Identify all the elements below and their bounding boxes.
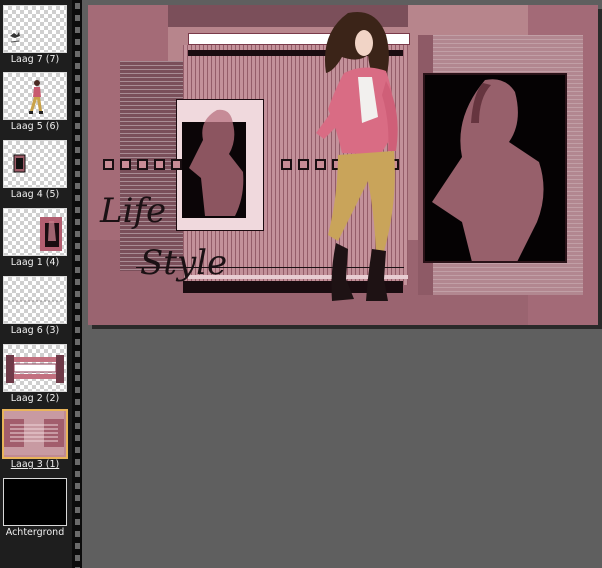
layer-item-laag3[interactable]: Laag 3 (1) (0, 408, 70, 474)
style-text: Style (140, 243, 228, 283)
layer-item-laag2[interactable]: Laag 2 (2) (0, 342, 70, 408)
layer-thumbnail (3, 478, 67, 526)
layer-thumbnail-image (6, 355, 64, 383)
layer-label: Laag 5 (6) (10, 121, 60, 132)
right-figure-image (432, 79, 544, 262)
layer-thumbnail (3, 344, 67, 392)
layer-item-laag1[interactable]: Laag 1 (4) (0, 206, 70, 272)
layer-thumbnail-image (13, 154, 26, 173)
layers-panel: Laag 7 (7) Laag 5 (6) Laag 4 (5) Laag 1 … (0, 0, 72, 568)
right-black-frame (423, 73, 567, 263)
layer-item-laag5[interactable]: Laag 5 (6) (0, 70, 70, 136)
life-text: Life (100, 191, 167, 231)
layer-item-achtergrond[interactable]: Achtergrond (0, 476, 70, 542)
layer-label: Laag 1 (4) (10, 257, 60, 268)
layer-thumbnail (3, 140, 67, 188)
layer-thumbnail-image (4, 411, 64, 455)
layer-thumbnail (3, 5, 67, 53)
layer-item-laag6[interactable]: Laag 6 (3) (0, 274, 70, 340)
image-canvas[interactable]: Life Style (88, 5, 598, 325)
layer-label: Laag 3 (1) (10, 459, 60, 470)
layer-label: Laag 7 (7) (10, 54, 60, 65)
layer-thumbnail (2, 409, 68, 459)
layer-thumbnail (3, 276, 67, 324)
layer-label: Laag 6 (3) (10, 325, 60, 336)
layer-label: Laag 2 (2) (10, 393, 60, 404)
fashion-figure (316, 11, 398, 301)
layer-thumbnail (3, 208, 67, 256)
layer-thumbnail (3, 72, 67, 120)
layer-item-laag7[interactable]: Laag 7 (7) (0, 3, 70, 69)
layer-thumbnail-image (40, 217, 62, 251)
film-strip-divider (72, 0, 82, 568)
layer-item-laag4[interactable]: Laag 4 (5) (0, 138, 70, 204)
layer-label: Laag 4 (5) (10, 189, 60, 200)
layer-thumbnail-image (8, 300, 62, 302)
layer-thumbnail-image (10, 32, 20, 43)
layer-label: Achtergrond (5, 527, 65, 538)
layer-thumbnail-image (29, 80, 43, 114)
